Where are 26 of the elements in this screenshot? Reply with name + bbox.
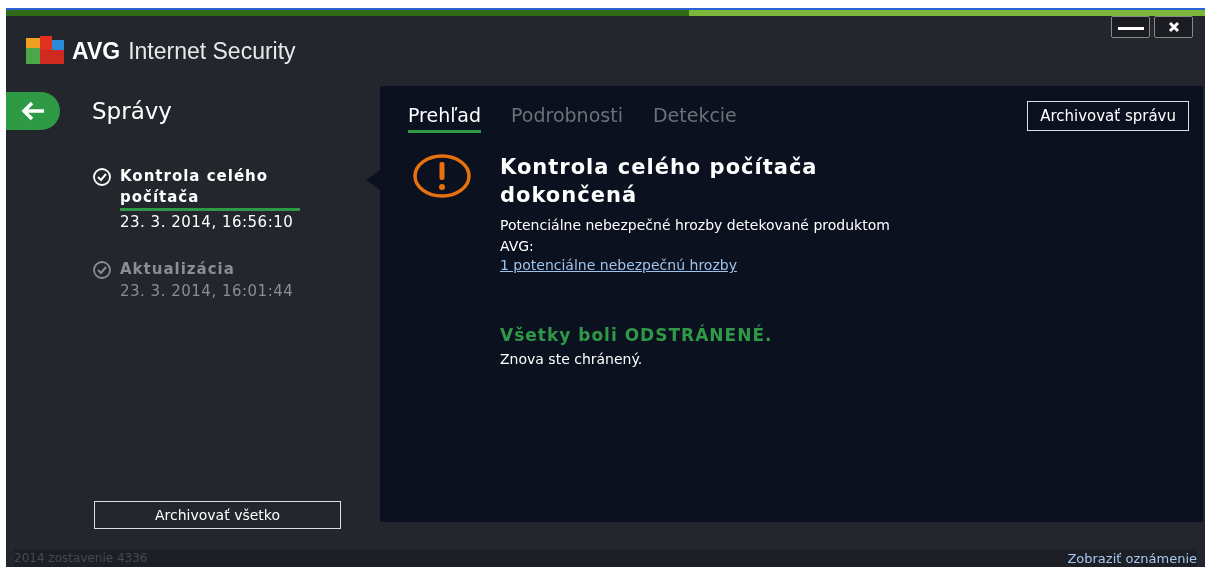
archive-all-button[interactable]: Archivovať všetko <box>94 501 341 529</box>
result-description: Potenciálne nebezpečné hrozby detekované produktom AVG: <box>500 216 891 256</box>
tab[interactable]: Podrobnosti <box>511 98 623 133</box>
back-button[interactable] <box>6 92 60 130</box>
check-circle-icon <box>92 260 112 280</box>
section-title: Správy <box>92 98 172 124</box>
status-message: Všetky boli ODSTRÁNENÉ. <box>500 325 774 345</box>
close-button[interactable] <box>1154 16 1193 38</box>
minimize-icon <box>1117 24 1144 30</box>
check-circle-icon <box>92 167 112 187</box>
archive-report-button[interactable]: Archivovať správu <box>1027 100 1189 131</box>
tab[interactable]: Detekcie <box>652 98 737 133</box>
tab[interactable]: Prehľad <box>408 98 482 133</box>
product-name: Internet Security <box>128 37 296 65</box>
protection-note: Znova ste chránený. <box>500 351 644 367</box>
report-item[interactable]: Aktualizácia 23. 3. 2014, 16:01:44 <box>92 259 380 300</box>
warning-icon <box>412 153 472 199</box>
minimize-button[interactable] <box>1111 16 1150 38</box>
report-item[interactable]: Kontrola celého počítača 23. 3. 2014, 16:56:10 <box>92 166 380 231</box>
close-icon <box>1167 21 1180 33</box>
back-arrow-icon <box>20 101 46 121</box>
notifications-link[interactable]: Zobraziť oznámenie <box>1067 550 1197 566</box>
result-title: Kontrola celého počítača dokončená <box>500 154 819 209</box>
threats-link[interactable]: 1 potenciálne nebezpečnú hrozby <box>500 257 737 273</box>
brand-name: AVG <box>72 37 121 65</box>
logo-icon <box>26 36 64 66</box>
